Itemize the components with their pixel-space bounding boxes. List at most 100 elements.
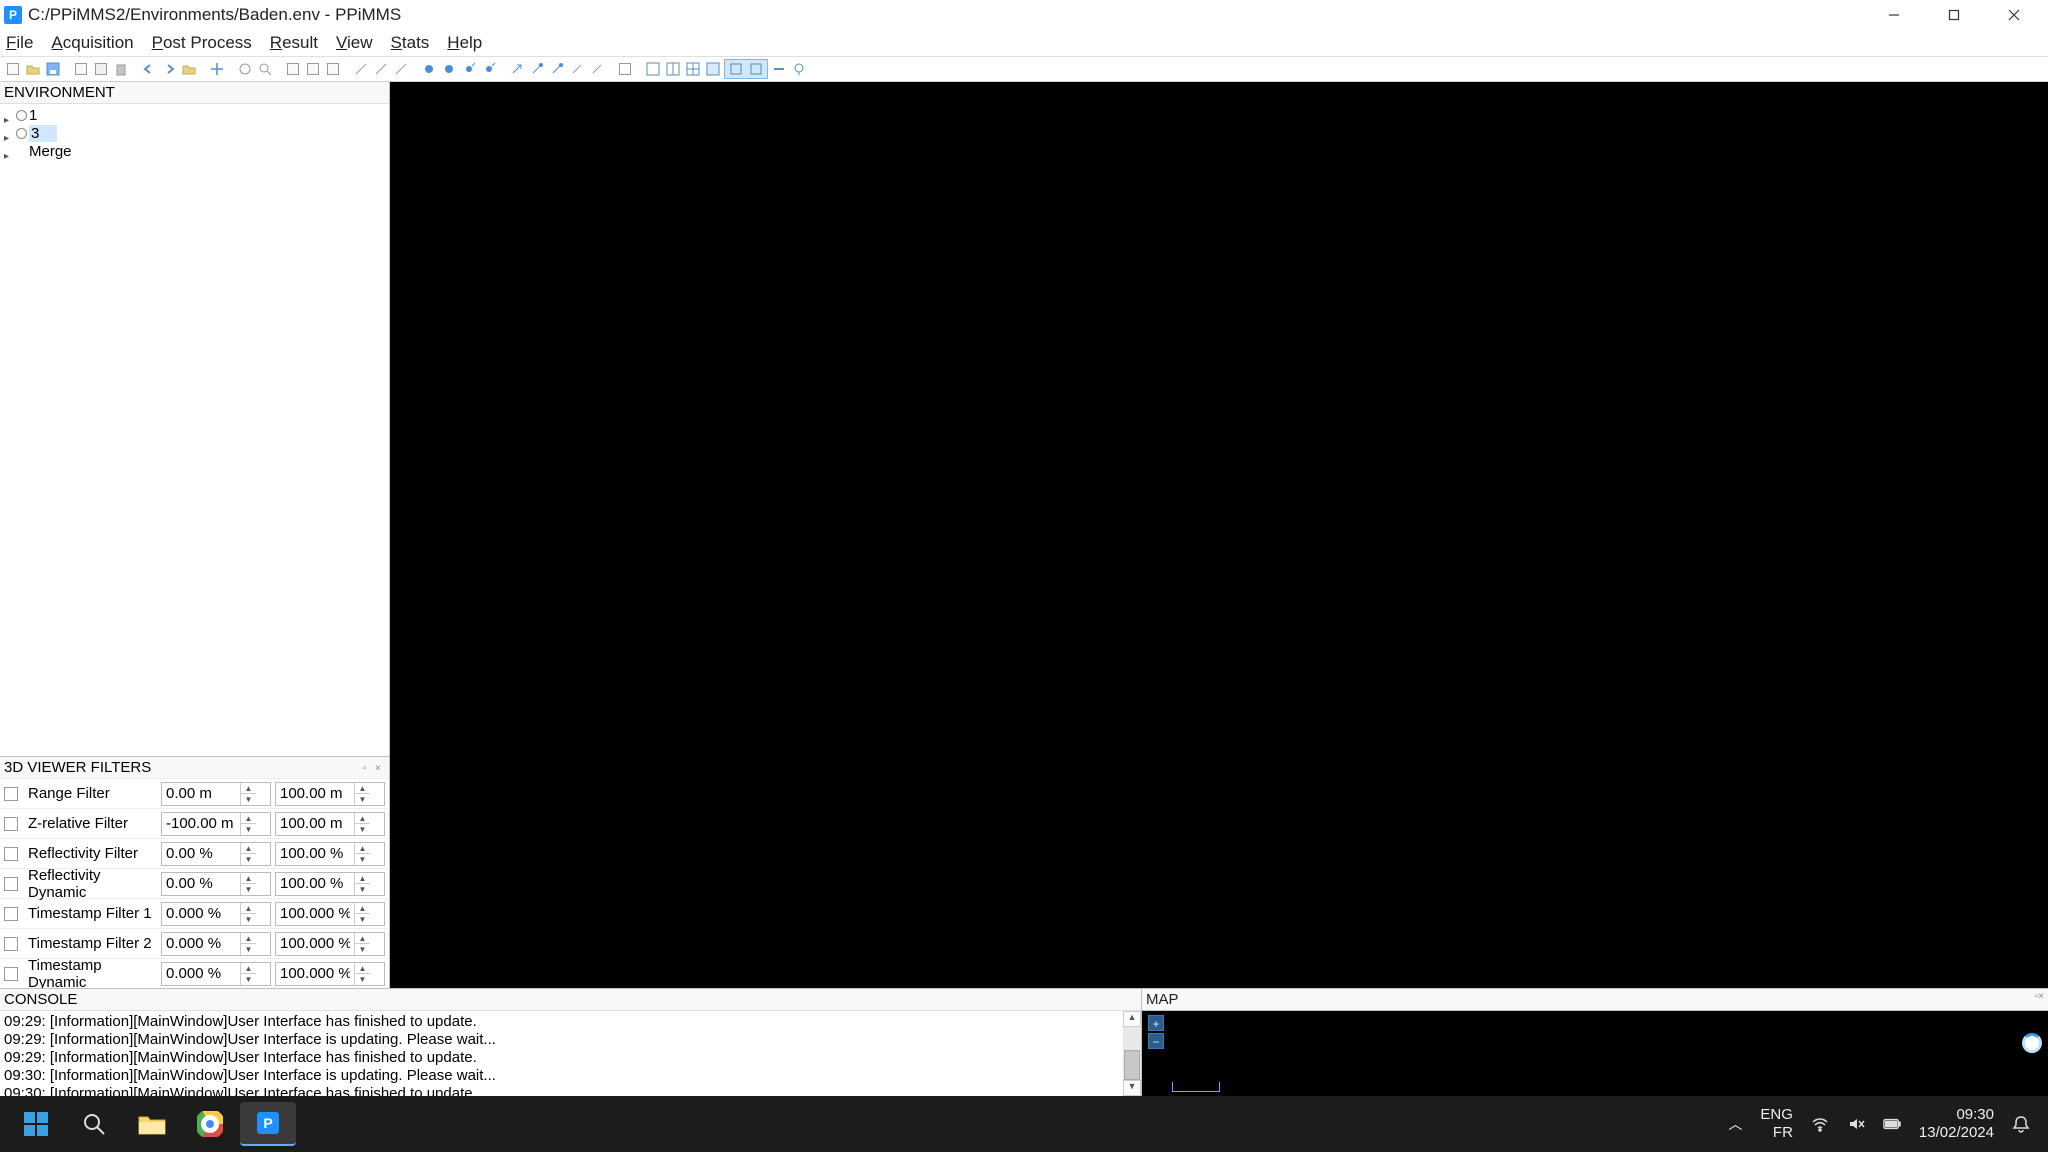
map-zoom-out-button[interactable]: −: [1148, 1033, 1164, 1049]
spin-down-icon[interactable]: ▼: [241, 854, 256, 865]
panel-float-icon[interactable]: ▫: [363, 763, 373, 773]
spin-down-icon[interactable]: ▼: [355, 884, 370, 895]
scroll-down-icon[interactable]: ▼: [1123, 1080, 1141, 1096]
filter-max-spinner[interactable]: ▲▼: [275, 872, 385, 896]
filter-max-input[interactable]: [276, 935, 354, 952]
spin-down-icon[interactable]: ▼: [355, 944, 370, 955]
tree-item[interactable]: 3: [4, 124, 385, 142]
toolbar-new-icon[interactable]: [4, 60, 22, 78]
spin-up-icon[interactable]: ▲: [355, 933, 370, 944]
filter-max-input[interactable]: [276, 815, 354, 832]
filter-min-spinner[interactable]: ▲▼: [161, 842, 271, 866]
tree-item[interactable]: 1: [4, 106, 385, 124]
filter-checkbox[interactable]: [4, 847, 18, 861]
toolbar-save-icon[interactable]: [44, 60, 62, 78]
filter-checkbox[interactable]: [4, 877, 18, 891]
file-explorer-button[interactable]: [124, 1102, 180, 1146]
filter-min-spinner[interactable]: ▲▼: [161, 872, 271, 896]
wifi-icon[interactable]: [1811, 1115, 1829, 1133]
toolbar-lasso-icon[interactable]: [324, 60, 342, 78]
filter-min-spinner[interactable]: ▲▼: [161, 962, 271, 986]
filter-min-input[interactable]: [162, 785, 240, 802]
tree-item[interactable]: Merge: [4, 142, 385, 160]
toolbar-point3-icon[interactable]: [460, 60, 478, 78]
spin-down-icon[interactable]: ▼: [241, 944, 256, 955]
menu-post-process[interactable]: Post Process: [148, 31, 256, 55]
spin-down-icon[interactable]: ▼: [355, 794, 370, 805]
filter-max-spinner[interactable]: ▲▼: [275, 782, 385, 806]
chrome-button[interactable]: [182, 1102, 238, 1146]
spin-down-icon[interactable]: ▼: [241, 974, 256, 985]
clock[interactable]: 09:30 13/02/2024: [1919, 1106, 1994, 1142]
filter-max-input[interactable]: [276, 845, 354, 862]
spin-down-icon[interactable]: ▼: [241, 824, 256, 835]
filter-min-spinner[interactable]: ▲▼: [161, 932, 271, 956]
toolbar-brush-icon[interactable]: [372, 60, 390, 78]
spin-up-icon[interactable]: ▲: [355, 903, 370, 914]
language-indicator[interactable]: ENG FR: [1760, 1106, 1793, 1142]
filter-max-spinner[interactable]: ▲▼: [275, 932, 385, 956]
filter-max-input[interactable]: [276, 905, 354, 922]
toolbar-pen-icon[interactable]: [392, 60, 410, 78]
toolbar-point4-icon[interactable]: [480, 60, 498, 78]
search-button[interactable]: [66, 1102, 122, 1146]
notifications-icon[interactable]: [2012, 1115, 2030, 1133]
tray-overflow-button[interactable]: ︿: [1728, 1114, 1742, 1134]
filter-max-input[interactable]: [276, 875, 354, 892]
filter-min-spinner[interactable]: ▲▼: [161, 902, 271, 926]
filter-min-input[interactable]: [162, 815, 240, 832]
toolbar-rotate-icon[interactable]: [236, 60, 254, 78]
console-scrollbar[interactable]: ▲ ▼: [1123, 1011, 1141, 1096]
toolbar-bulb-icon[interactable]: [790, 60, 808, 78]
spin-down-icon[interactable]: ▼: [241, 794, 256, 805]
spin-up-icon[interactable]: ▲: [355, 783, 370, 794]
spin-up-icon[interactable]: ▲: [355, 813, 370, 824]
toolbar-point2-icon[interactable]: [440, 60, 458, 78]
filter-min-input[interactable]: [162, 905, 240, 922]
expander-icon[interactable]: [4, 128, 14, 138]
toolbar-ortho-icon[interactable]: [747, 60, 765, 78]
filter-min-input[interactable]: [162, 965, 240, 982]
spin-up-icon[interactable]: ▲: [241, 873, 256, 884]
toolbar-grid3-icon[interactable]: [684, 60, 702, 78]
toolbar-doc-icon[interactable]: [616, 60, 634, 78]
toolbar-copy-icon[interactable]: [72, 60, 90, 78]
toolbar-delete-icon[interactable]: [112, 60, 130, 78]
filter-min-input[interactable]: [162, 935, 240, 952]
menu-acquisition[interactable]: Acquisition: [47, 31, 137, 55]
volume-muted-icon[interactable]: [1847, 1115, 1865, 1133]
spin-up-icon[interactable]: ▲: [241, 843, 256, 854]
filter-min-input[interactable]: [162, 845, 240, 862]
filter-checkbox[interactable]: [4, 937, 18, 951]
spin-up-icon[interactable]: ▲: [241, 933, 256, 944]
scroll-track[interactable]: [1123, 1027, 1141, 1080]
minimize-button[interactable]: [1864, 0, 1924, 30]
menu-view[interactable]: View: [332, 31, 377, 55]
filter-min-input[interactable]: [162, 875, 240, 892]
toolbar-grid4-icon[interactable]: [704, 60, 722, 78]
toolbar-arrow4-icon[interactable]: [568, 60, 586, 78]
menu-stats[interactable]: Stats: [387, 31, 434, 55]
menu-result[interactable]: Result: [266, 31, 322, 55]
filter-max-input[interactable]: [276, 785, 354, 802]
ppimms-taskbar-button[interactable]: P: [240, 1102, 296, 1146]
battery-icon[interactable]: [1883, 1115, 1901, 1133]
map-zoom-in-button[interactable]: +: [1148, 1015, 1164, 1031]
close-button[interactable]: [1984, 0, 2044, 30]
spin-up-icon[interactable]: ▲: [355, 963, 370, 974]
scroll-thumb[interactable]: [1124, 1050, 1140, 1080]
toolbar-view-toggle[interactable]: [724, 59, 768, 79]
spin-down-icon[interactable]: ▼: [241, 914, 256, 925]
toolbar-zoom-icon[interactable]: [256, 60, 274, 78]
radio-icon[interactable]: [16, 110, 27, 121]
toolbar-paste-icon[interactable]: [92, 60, 110, 78]
spin-up-icon[interactable]: ▲: [241, 813, 256, 824]
start-button[interactable]: [8, 1102, 64, 1146]
toolbar-crop-icon[interactable]: [304, 60, 322, 78]
filter-min-spinner[interactable]: ▲▼: [161, 812, 271, 836]
toolbar-grid2-icon[interactable]: [664, 60, 682, 78]
spin-up-icon[interactable]: ▲: [241, 963, 256, 974]
toolbar-folder-icon[interactable]: [180, 60, 198, 78]
expander-icon[interactable]: [4, 110, 14, 120]
toolbar-open-icon[interactable]: [24, 60, 42, 78]
